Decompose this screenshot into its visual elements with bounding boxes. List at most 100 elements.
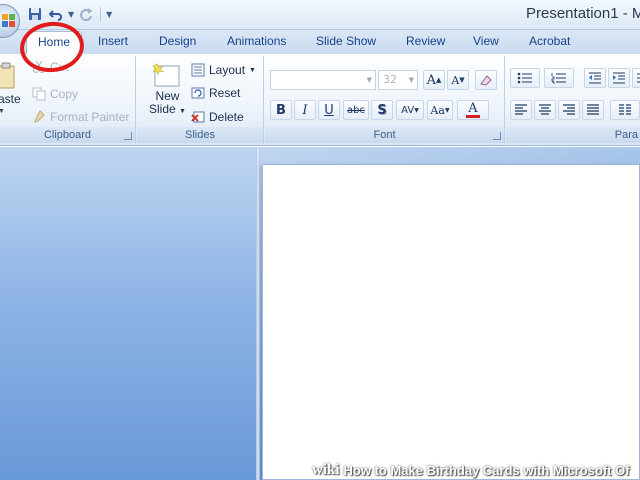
- tab-insert[interactable]: Insert: [98, 34, 128, 48]
- wikihow-watermark: wiki How to Make Birthday Cards with Mic…: [312, 460, 630, 480]
- change-case-button[interactable]: Aa ▼: [427, 100, 453, 120]
- bullets-button[interactable]: [510, 68, 540, 88]
- line-spacing-button[interactable]: [632, 68, 640, 88]
- undo-button[interactable]: [47, 5, 65, 23]
- tab-animations[interactable]: Animations: [227, 34, 286, 48]
- increase-indent-button[interactable]: [608, 68, 630, 88]
- format-painter-button[interactable]: Format Painter: [32, 110, 129, 124]
- italic-button[interactable]: I: [294, 100, 316, 120]
- font-launcher-icon[interactable]: [493, 132, 501, 140]
- tab-slide-show[interactable]: Slide Show: [316, 34, 376, 48]
- font-group-label: Font: [265, 127, 504, 143]
- save-icon: [29, 8, 41, 20]
- font-group: ▼ 32 ▼ A ▲ A ▼ B I U abc S AV ▼ Aa ▼ A F…: [265, 56, 505, 144]
- layout-label: Layout: [209, 63, 246, 77]
- shrink-font-label: A: [451, 73, 460, 87]
- save-button[interactable]: [26, 5, 44, 23]
- bullets-icon: [517, 72, 532, 84]
- align-left-button[interactable]: [510, 100, 532, 120]
- numbering-icon: [551, 73, 566, 84]
- spacing-dropdown-icon: ▼: [414, 106, 419, 114]
- tab-review[interactable]: Review: [406, 34, 445, 48]
- bold-button[interactable]: B: [270, 100, 292, 120]
- tab-acrobat[interactable]: Acrobat: [529, 34, 570, 48]
- underline-label: U: [324, 102, 334, 118]
- character-spacing-button[interactable]: AV ▼: [396, 100, 424, 120]
- watermark-text: How to Make Birthday Cards with Microsof…: [343, 462, 630, 478]
- paste-button[interactable]: aste ▼: [0, 62, 21, 115]
- reset-label: Reset: [209, 86, 241, 100]
- line-spacing-icon: [637, 73, 640, 83]
- columns-button[interactable]: [610, 100, 640, 120]
- clear-formatting-icon: [480, 75, 492, 86]
- font-color-button[interactable]: A: [457, 100, 489, 120]
- clipboard-launcher-icon[interactable]: [124, 132, 132, 140]
- slides-group: New Slide ▼ Layout ▼ Reset Delete Slides: [137, 56, 264, 144]
- paragraph-group-label: Para: [506, 127, 640, 143]
- slides-group-label: Slides: [137, 127, 263, 143]
- format-painter-label: Format Painter: [50, 110, 130, 124]
- slide-canvas[interactable]: [262, 164, 640, 480]
- slides-pane[interactable]: [0, 147, 256, 480]
- customize-icon[interactable]: ▼: [106, 10, 112, 19]
- case-dropdown-icon: ▼: [444, 106, 450, 114]
- watermark-brand: wiki: [312, 461, 340, 478]
- align-center-button[interactable]: [534, 100, 556, 120]
- font-name-dropdown-icon: ▼: [366, 76, 372, 84]
- layout-dropdown-icon: ▼: [249, 66, 256, 74]
- underline-button[interactable]: U: [318, 100, 340, 120]
- reset-button[interactable]: Reset: [191, 86, 240, 100]
- window-title: Presentation1 - M: [526, 5, 640, 22]
- tab-view[interactable]: View: [473, 34, 499, 48]
- grow-font-label: A: [426, 72, 436, 88]
- clear-formatting-button[interactable]: [475, 70, 497, 90]
- delete-icon: [191, 111, 205, 123]
- delete-label: Delete: [209, 110, 244, 124]
- bold-label: B: [276, 102, 286, 118]
- align-left-icon: [515, 104, 527, 115]
- paste-dropdown-icon: ▼: [0, 108, 5, 115]
- delete-button[interactable]: Delete: [191, 110, 244, 124]
- layout-icon: [191, 63, 205, 77]
- columns-icon: [619, 104, 631, 115]
- format-painter-icon: [34, 110, 45, 123]
- undo-icon: [49, 10, 62, 21]
- font-name-combo[interactable]: ▼: [270, 70, 376, 90]
- reset-icon: [191, 87, 205, 99]
- copy-button[interactable]: Copy: [32, 87, 78, 101]
- ribbon-tabs: Home Insert Design Animations Slide Show…: [0, 30, 640, 55]
- italic-label: I: [302, 102, 308, 118]
- title-bar: ▼ ▼ Presentation1 - M: [0, 0, 640, 30]
- copy-label: Copy: [50, 87, 79, 101]
- new-slide-dropdown-icon: ▼: [179, 108, 186, 115]
- grow-font-button[interactable]: A ▲: [423, 70, 445, 90]
- new-slide-icon: [152, 63, 180, 87]
- justify-button[interactable]: [582, 100, 604, 120]
- shrink-arrow-icon: ▼: [459, 76, 465, 84]
- align-right-button[interactable]: [558, 100, 580, 120]
- numbering-button[interactable]: [544, 68, 574, 88]
- change-case-label: Aa: [430, 103, 445, 117]
- layout-button[interactable]: Layout ▼: [191, 63, 256, 77]
- font-size-combo[interactable]: 32 ▼: [378, 70, 418, 90]
- new-slide-button[interactable]: New Slide ▼: [149, 62, 186, 118]
- redo-button[interactable]: [77, 5, 95, 23]
- align-right-icon: [563, 104, 575, 115]
- pane-splitter[interactable]: [256, 147, 260, 480]
- font-color-label: A: [468, 100, 478, 116]
- decrease-indent-icon: [589, 72, 601, 84]
- undo-dropdown-icon[interactable]: ▼: [68, 10, 74, 19]
- decrease-indent-button[interactable]: [584, 68, 606, 88]
- justify-icon: [587, 104, 599, 115]
- office-logo-icon: [2, 14, 16, 28]
- copy-icon: [32, 87, 46, 101]
- font-color-swatch: [466, 114, 480, 118]
- strikethrough-button[interactable]: abc: [343, 100, 369, 120]
- tab-design[interactable]: Design: [159, 34, 196, 48]
- increase-indent-icon: [613, 72, 625, 84]
- text-shadow-button[interactable]: S: [371, 100, 393, 120]
- character-spacing-label: AV: [401, 104, 415, 116]
- shrink-font-button[interactable]: A ▼: [447, 70, 469, 90]
- strikethrough-label: abc: [347, 104, 365, 116]
- clipboard-group-label: Clipboard: [0, 127, 135, 143]
